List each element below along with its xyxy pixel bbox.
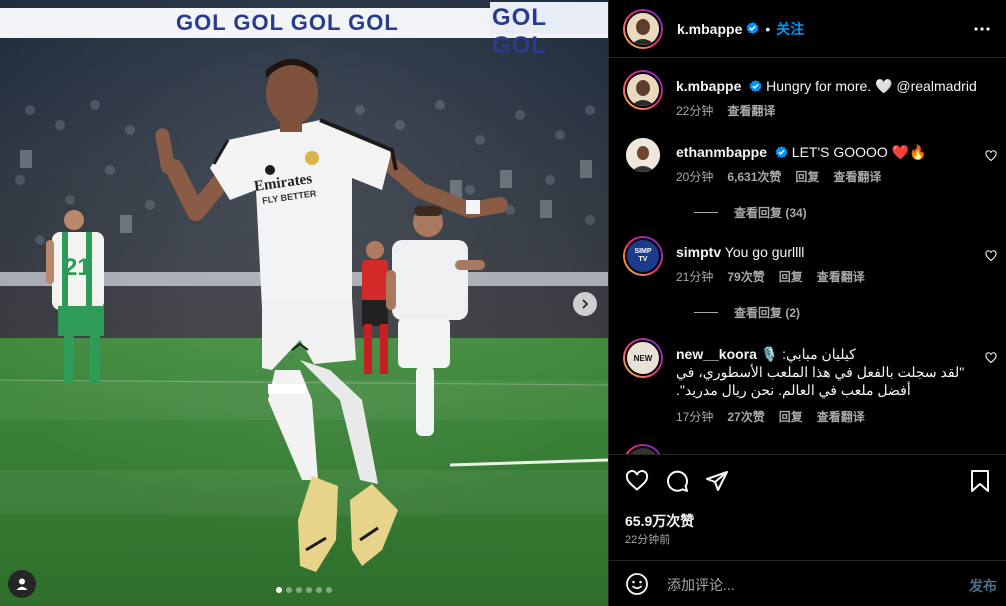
post-comment-button[interactable]: 发布 — [969, 576, 997, 596]
comment-item: SIMP TV simptv You go gurllll 21分钟 79次赞 … — [623, 236, 997, 328]
comment-text: LET'S GOOOO ❤️🔥 — [791, 144, 927, 160]
comment-time[interactable]: 21分钟 — [676, 268, 713, 285]
comment-text-line: ethanmbappe LET'S GOOOO ❤️🔥 — [676, 143, 973, 161]
commenter-avatar-text: NEW — [633, 353, 653, 363]
comment-username[interactable]: simptv — [676, 244, 721, 260]
comment-text-line: new__koora كيليان مبابي: 🎙️ — [676, 345, 973, 363]
author-username[interactable]: k.mbappe — [677, 21, 742, 37]
comment-translate-button[interactable]: 查看翻译 — [833, 168, 881, 185]
carousel-next-button[interactable] — [573, 292, 597, 316]
verified-badge-icon — [749, 80, 762, 93]
comment-username[interactable]: new__koora — [676, 346, 757, 362]
commenter-avatar-text: SIMP TV — [634, 248, 652, 263]
caption-text-line: k.mbappe Hungry for more. 🤍 @realmadrid — [676, 77, 997, 95]
comment-reply-button[interactable]: 回复 — [779, 408, 803, 425]
send-icon[interactable] — [705, 469, 729, 493]
commenter-avatar[interactable]: NEW — [623, 338, 663, 378]
post-header: k.mbappe • 关注 — [609, 0, 1006, 58]
comment-text-line2: "لقد سجلت بالفعل في هذا الملعب الأسطوري،… — [676, 364, 965, 380]
heart-icon[interactable] — [625, 469, 649, 493]
like-comment-heart-icon[interactable] — [985, 250, 997, 262]
comment-likes[interactable]: 27次赞 — [727, 408, 764, 425]
verified-badge-icon — [747, 22, 759, 35]
author-avatar[interactable] — [623, 70, 663, 110]
replies-line — [694, 212, 718, 213]
emoji-icon[interactable] — [625, 572, 649, 596]
caption-meta: 22分钟 查看翻译 — [676, 102, 775, 119]
like-comment-heart-icon[interactable] — [985, 150, 997, 162]
like-comment-heart-icon[interactable] — [985, 352, 997, 364]
add-comment-input[interactable] — [665, 573, 949, 597]
follow-button[interactable]: 关注 — [776, 19, 804, 39]
comment-text-line1: كيليان مبابي: 🎙️ — [760, 346, 856, 362]
bookmark-icon[interactable] — [969, 469, 991, 493]
comment-item-partial — [623, 444, 997, 454]
comment-reply-button[interactable]: 回复 — [779, 268, 803, 285]
post-timestamp[interactable]: 22分钟前 — [625, 531, 670, 547]
caption-translate-button[interactable]: 查看翻译 — [727, 102, 775, 119]
view-replies-button[interactable]: 查看回复 (34) — [694, 204, 807, 221]
carousel-dot — [306, 587, 312, 593]
comment-icon[interactable] — [665, 469, 689, 493]
more-horizontal-icon[interactable] — [973, 20, 991, 38]
commenter-avatar[interactable] — [626, 138, 660, 172]
comment-text-line: simptv You go gurllll — [676, 243, 973, 261]
carousel-dot — [286, 587, 292, 593]
post-likes-count[interactable]: 65.9万次赞 — [625, 511, 694, 531]
comment-item: NEW new__koora كيليان مبابي: 🎙️ "لقد سجل… — [623, 338, 997, 438]
stadium-banner-text-right: GOL GOL — [492, 4, 547, 59]
view-replies-label: 查看回复 (2) — [734, 306, 801, 320]
comment-meta: 21分钟 79次赞 回复 查看翻译 — [676, 268, 865, 285]
author-avatar-image — [627, 12, 659, 45]
stadium-banner-text: GOL GOL GOL GOL — [176, 10, 399, 35]
post-media[interactable]: GOL GOL GOL GOL GOL GOL Emirates FLY BET… — [0, 0, 608, 606]
comment-username[interactable]: ethanmbappe — [676, 144, 767, 160]
commenter-avatar[interactable]: SIMP TV — [623, 236, 663, 276]
carousel-dot — [316, 587, 322, 593]
carousel-dot — [276, 587, 282, 593]
commenter-avatar[interactable] — [623, 444, 663, 454]
post-side-panel: k.mbappe • 关注 k.mbappe Hungry for more. … — [608, 0, 1006, 606]
tagged-users-button[interactable] — [8, 570, 36, 598]
view-replies-label: 查看回复 (34) — [734, 206, 807, 220]
verified-badge-icon — [775, 146, 788, 159]
comment-time[interactable]: 17分钟 — [676, 408, 713, 425]
comment-meta: 20分钟 6,631次赞 回复 查看翻译 — [676, 168, 881, 185]
chevron-right-icon — [582, 299, 589, 309]
background-player-number: 21 — [64, 254, 91, 281]
carousel-dot — [296, 587, 302, 593]
author-avatar-image — [627, 74, 659, 106]
carousel-dot — [326, 587, 332, 593]
caption-text: Hungry for more. 🤍 @realmadrid — [766, 78, 977, 94]
post-photo — [0, 0, 608, 606]
comment-translate-button[interactable]: 查看翻译 — [817, 268, 865, 285]
carousel-indicator — [0, 587, 608, 593]
add-comment-bar: 发布 — [609, 560, 1006, 606]
comment-item: ethanmbappe LET'S GOOOO ❤️🔥 20分钟 6,631次赞… — [623, 138, 997, 230]
header-separator: • — [765, 20, 771, 37]
comment-text-line3: أفضل ملعب في العالم. نحن ريال مدريد". — [676, 382, 911, 398]
comments-list[interactable]: k.mbappe Hungry for more. 🤍 @realmadrid … — [609, 58, 1006, 454]
caption: k.mbappe Hungry for more. 🤍 @realmadrid … — [623, 70, 997, 130]
post-modal: GOL GOL GOL GOL GOL GOL Emirates FLY BET… — [0, 0, 1006, 606]
author-avatar[interactable] — [623, 8, 663, 49]
replies-line — [694, 312, 718, 313]
comment-likes[interactable]: 79次赞 — [727, 268, 764, 285]
comment-likes[interactable]: 6,631次赞 — [727, 168, 781, 185]
comment-translate-button[interactable]: 查看翻译 — [817, 408, 865, 425]
view-replies-button[interactable]: 查看回复 (2) — [694, 304, 800, 321]
comment-meta: 17分钟 27次赞 回复 查看翻译 — [676, 408, 865, 425]
comment-text: You go gurllll — [724, 244, 805, 260]
comment-time[interactable]: 20分钟 — [676, 168, 713, 185]
caption-time[interactable]: 22分钟 — [676, 102, 713, 119]
commenter-avatar-image — [626, 138, 660, 172]
caption-username[interactable]: k.mbappe — [676, 78, 741, 94]
comment-reply-button[interactable]: 回复 — [795, 168, 819, 185]
post-actions: 65.9万次赞 22分钟前 — [609, 454, 1006, 555]
